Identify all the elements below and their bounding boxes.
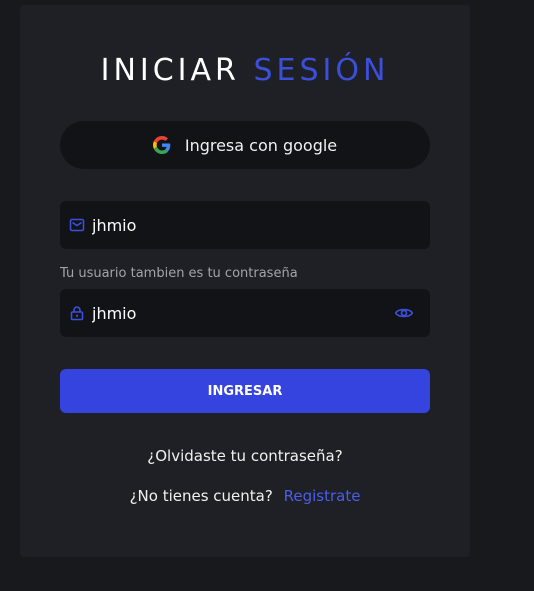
username-hint: Tu usuario tambien es tu contraseña [60,266,298,281]
signup-link[interactable]: Registrate [284,487,361,505]
forgot-password-link[interactable]: ¿Olvidaste tu contraseña? [20,447,470,465]
password-input[interactable] [92,289,394,337]
login-card: INICIAR SESIÓN Ingresa con google Tu usu… [20,5,470,557]
title-main: INICIAR [100,53,240,88]
username-input[interactable] [92,201,430,249]
google-button-label: Ingresa con google [184,135,338,155]
signup-prompt: ¿No tienes cuenta? [129,487,273,505]
title-accent: SESIÓN [253,53,390,88]
lock-icon [70,306,84,321]
google-login-button[interactable]: Ingresa con google [60,121,430,169]
page-title: INICIAR SESIÓN [20,53,470,88]
google-icon [152,136,171,154]
login-submit-button[interactable]: INGRESAR [60,369,430,413]
mail-icon [69,218,85,232]
password-field [60,289,430,337]
eye-icon[interactable] [394,303,414,323]
username-field [60,201,430,249]
signup-row: ¿No tienes cuenta? Registrate [20,487,470,505]
